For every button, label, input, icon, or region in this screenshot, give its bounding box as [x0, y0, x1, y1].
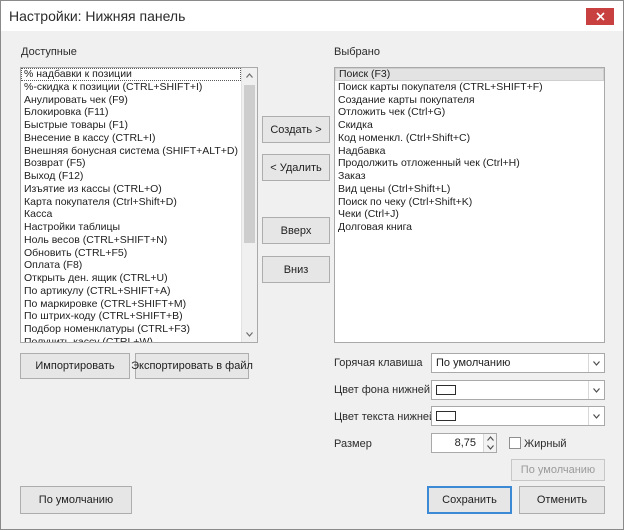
list-item[interactable]: По маркировке (CTRL+SHIFT+M): [21, 298, 241, 311]
list-item[interactable]: Вид цены (Ctrl+Shift+L): [335, 183, 604, 196]
list-item[interactable]: Чеки (Ctrl+J): [335, 208, 604, 221]
spin-buttons[interactable]: [483, 434, 496, 452]
list-item[interactable]: Заказ: [335, 170, 604, 183]
list-item[interactable]: По артикулу (CTRL+SHIFT+A): [21, 285, 241, 298]
list-item[interactable]: Изъятие из кассы (CTRL+O): [21, 183, 241, 196]
available-list[interactable]: % надбавки к позиции %-скидка к позиции (…: [20, 67, 258, 343]
list-item[interactable]: Возврат (F5): [21, 157, 241, 170]
hotkey-label: Горячая клавиша: [334, 357, 423, 369]
text-color-label: Цвет текста нижней па: [334, 411, 431, 423]
list-item[interactable]: Создание карты покупателя: [335, 94, 604, 107]
size-label: Размер: [334, 438, 372, 450]
list-item[interactable]: Оплата (F8): [21, 259, 241, 272]
list-item[interactable]: Код номенкл. (Ctrl+Shift+C): [335, 132, 604, 145]
window-title: Настройки: Нижняя панель: [9, 8, 186, 24]
list-item[interactable]: Получить кассу (CTRL+W): [21, 336, 241, 342]
list-item[interactable]: Поиск карты покупателя (CTRL+SHIFT+F): [335, 81, 604, 94]
bold-checkbox[interactable]: [509, 437, 521, 449]
selected-label: Выбрано: [334, 46, 380, 58]
list-item[interactable]: Ноль весов (CTRL+SHIFT+N): [21, 234, 241, 247]
size-value: 8,75: [454, 437, 476, 449]
list-item[interactable]: Касса: [21, 208, 241, 221]
spin-up-icon[interactable]: [484, 434, 496, 443]
chevron-down-icon[interactable]: [588, 381, 604, 399]
list-item[interactable]: Карта покупателя (Ctrl+Shift+D): [21, 196, 241, 209]
bg-color-select[interactable]: [431, 380, 605, 400]
chevron-down-icon[interactable]: [588, 354, 604, 372]
settings-window: Настройки: Нижняя панель Доступные % над…: [0, 0, 624, 530]
hotkey-select[interactable]: По умолчанию: [431, 353, 605, 373]
cancel-button[interactable]: Отменить: [519, 486, 605, 514]
text-color-select[interactable]: [431, 406, 605, 426]
list-item[interactable]: Отложить чек (Ctrl+G): [335, 106, 604, 119]
available-scrollbar[interactable]: [241, 68, 257, 342]
list-item[interactable]: Долговая книга: [335, 221, 604, 234]
bg-color-swatch: [436, 385, 456, 395]
list-item[interactable]: Скидка: [335, 119, 604, 132]
bg-color-label: Цвет фона нижней пан: [334, 384, 431, 396]
size-spinner[interactable]: 8,75: [431, 433, 497, 453]
available-label: Доступные: [21, 46, 77, 58]
list-item[interactable]: Надбавка: [335, 145, 604, 158]
scrollbar-thumb[interactable]: [244, 85, 255, 243]
list-item[interactable]: По штрих-коду (CTRL+SHIFT+B): [21, 310, 241, 323]
list-item[interactable]: Внешняя бонусная система (SHIFT+ALT+D): [21, 145, 241, 158]
list-item[interactable]: Анулировать чек (F9): [21, 94, 241, 107]
default-button[interactable]: По умолчанию: [20, 486, 132, 514]
title-bar[interactable]: Настройки: Нижняя панель: [1, 1, 623, 31]
hotkey-value: По умолчанию: [436, 357, 511, 369]
scroll-down-arrow-icon[interactable]: [242, 327, 257, 342]
list-item[interactable]: Продолжить отложенный чек (Ctrl+H): [335, 157, 604, 170]
list-item[interactable]: %-скидка к позиции (CTRL+SHIFT+I): [21, 81, 241, 94]
list-item[interactable]: Поиск по чеку (Ctrl+Shift+K): [335, 196, 604, 209]
font-default-button[interactable]: По умолчанию: [511, 459, 605, 481]
list-item[interactable]: Открыть ден. ящик (CTRL+U): [21, 272, 241, 285]
close-icon: [595, 12, 605, 21]
list-item[interactable]: Обновить (CTRL+F5): [21, 247, 241, 260]
chevron-down-icon[interactable]: [588, 407, 604, 425]
import-button[interactable]: Импортировать: [20, 353, 130, 379]
scroll-up-arrow-icon[interactable]: [242, 68, 257, 83]
delete-button[interactable]: < Удалить: [262, 154, 330, 181]
spin-down-icon[interactable]: [484, 443, 496, 452]
list-item[interactable]: Поиск (F3): [335, 68, 604, 81]
list-item[interactable]: Блокировка (F11): [21, 106, 241, 119]
export-button[interactable]: Экспортировать в файл: [131, 353, 253, 379]
save-button[interactable]: Сохранить: [427, 486, 512, 514]
list-item[interactable]: Настройки таблицы: [21, 221, 241, 234]
list-item[interactable]: Внесение в кассу (CTRL+I): [21, 132, 241, 145]
text-color-swatch: [436, 411, 456, 421]
list-item[interactable]: Быстрые товары (F1): [21, 119, 241, 132]
bold-label: Жирный: [524, 438, 567, 450]
close-button[interactable]: [586, 8, 614, 25]
list-item[interactable]: Подбор номенклатуры (CTRL+F3): [21, 323, 241, 336]
move-up-button[interactable]: Вверх: [262, 217, 330, 244]
create-button[interactable]: Создать >: [262, 116, 330, 143]
selected-items: Поиск (F3) Поиск карты покупателя (CTRL+S…: [335, 68, 604, 342]
list-item[interactable]: Выход (F12): [21, 170, 241, 183]
available-items: % надбавки к позиции %-скидка к позиции (…: [21, 68, 241, 342]
list-item[interactable]: % надбавки к позиции: [21, 68, 241, 81]
selected-list[interactable]: Поиск (F3) Поиск карты покупателя (CTRL+S…: [334, 67, 605, 343]
move-down-button[interactable]: Вниз: [262, 256, 330, 283]
